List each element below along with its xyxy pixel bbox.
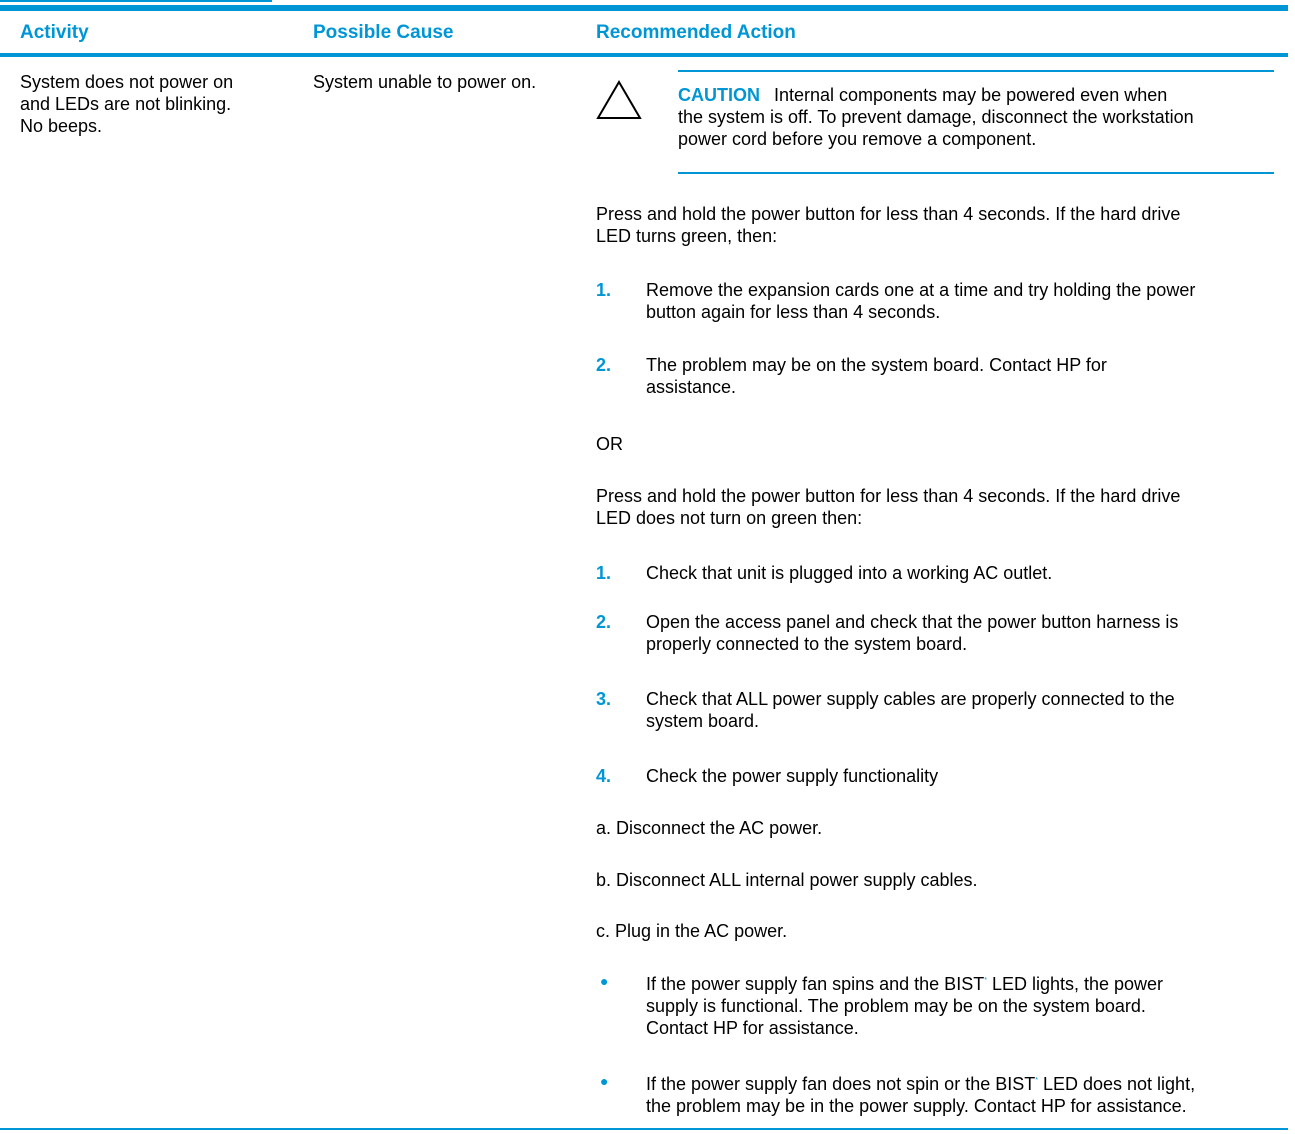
intro-paragraph-1: Press and hold the power button for less… xyxy=(596,203,1286,247)
header-rule xyxy=(0,53,1288,57)
bullet-line: the problem may be in the power supply. … xyxy=(646,1096,1187,1116)
bottom-rule xyxy=(0,1128,1288,1130)
step-number: 2. xyxy=(596,612,612,632)
step-line: The problem may be on the system board. … xyxy=(646,355,1107,375)
step-number: 2. xyxy=(596,355,612,375)
step-line: assistance. xyxy=(646,377,737,397)
caution-rule-top xyxy=(678,70,1274,72)
bullet-dot-icon: ● xyxy=(600,973,609,989)
activity-line: System does not power on xyxy=(20,72,234,92)
caution-label: CAUTION xyxy=(678,85,760,105)
caution-triangle-icon xyxy=(596,80,642,119)
bullet-line: If the power supply fan does not spin or… xyxy=(646,1074,1036,1094)
bullet-line: Contact HP for assistance. xyxy=(646,1018,859,1038)
caution-box: CAUTION Internal components may be powere… xyxy=(596,70,1286,174)
caution-text: CAUTION Internal components may be powere… xyxy=(678,84,1276,150)
step-line: properly connected to the system board. xyxy=(646,634,968,654)
bullet-line: If the power supply fan spins and the BI… xyxy=(646,974,985,994)
step-number: 4. xyxy=(596,766,612,786)
activity-cell: System does not power on and LEDs are no… xyxy=(20,71,290,137)
step-line: button again for less than 4 seconds. xyxy=(646,302,941,322)
troubleshooting-table: Activity Possible Cause Recommended Acti… xyxy=(0,0,1295,1134)
caution-rule-bottom xyxy=(678,172,1274,174)
intro-line: LED turns green, then: xyxy=(596,226,778,246)
bullet-line: LED lights, the power xyxy=(986,974,1164,994)
intro-line: Press and hold the power button for less… xyxy=(596,204,1181,224)
step-text: Check that unit is plugged into a workin… xyxy=(646,562,1286,584)
bullet-text: If the power supply fan spins and the BI… xyxy=(646,970,1286,1039)
header-possible-cause: Possible Cause xyxy=(313,22,454,43)
cause-cell: System unable to power on. xyxy=(313,72,537,92)
header-bar xyxy=(0,5,1288,11)
step-text: Remove the expansion cards one at a time… xyxy=(646,279,1286,323)
substep: b. Disconnect ALL internal power supply … xyxy=(596,870,978,890)
substep: c. Plug in the AC power. xyxy=(596,921,788,941)
header-activity: Activity xyxy=(20,22,89,43)
step-text: Open the access panel and check that the… xyxy=(646,611,1286,655)
caution-line: the system is off. To prevent damage, di… xyxy=(678,107,1194,127)
bullet-line: supply is functional. The problem may be… xyxy=(646,996,1146,1016)
caution-line: power cord before you remove a component… xyxy=(678,129,1037,149)
step-number: 1. xyxy=(596,280,612,300)
activity-line: No beeps. xyxy=(20,116,103,136)
step-line: system board. xyxy=(646,711,760,731)
intro-line: Press and hold the power button for less… xyxy=(596,486,1181,506)
bullet-text: If the power supply fan does not spin or… xyxy=(646,1070,1286,1117)
step-text: The problem may be on the system board. … xyxy=(646,354,1286,398)
step-line: Check that unit is plugged into a workin… xyxy=(646,563,1053,583)
activity-line: and LEDs are not blinking. xyxy=(20,94,232,114)
step-line: Check the power supply functionality xyxy=(646,766,939,786)
header-recommended-action: Recommended Action xyxy=(596,22,796,43)
substep: a. Disconnect the AC power. xyxy=(596,818,823,838)
bullet-line: LED does not light, xyxy=(1037,1074,1196,1094)
top-rule xyxy=(0,0,272,2)
intro-paragraph-2: Press and hold the power button for less… xyxy=(596,485,1286,529)
intro-line: LED does not turn on green then: xyxy=(596,508,863,528)
step-line: Open the access panel and check that the… xyxy=(646,612,1179,632)
bullet-dot-icon: ● xyxy=(600,1073,609,1089)
step-line: Check that ALL power supply cables are p… xyxy=(646,689,1175,709)
step-number: 1. xyxy=(596,563,612,583)
caution-line: Internal components may be powered even … xyxy=(774,85,1168,105)
step-line: Remove the expansion cards one at a time… xyxy=(646,280,1196,300)
step-text: Check the power supply functionality xyxy=(646,765,1286,787)
or-separator: OR xyxy=(596,434,623,454)
step-text: Check that ALL power supply cables are p… xyxy=(646,688,1286,732)
step-number: 3. xyxy=(596,689,612,709)
